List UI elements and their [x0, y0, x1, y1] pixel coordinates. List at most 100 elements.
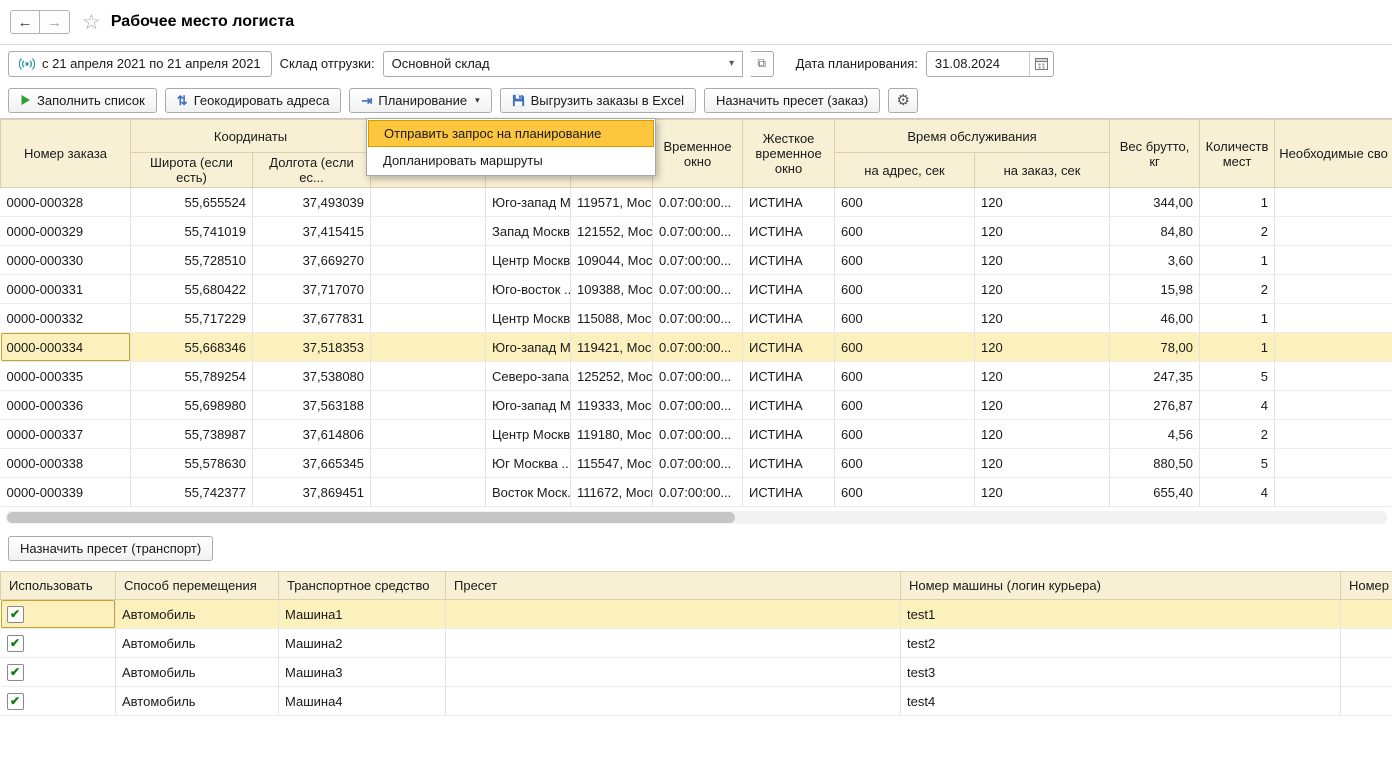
order-cell-places[interactable]: 2	[1200, 217, 1275, 246]
order-cell-lat[interactable]: 55,655524	[131, 188, 253, 217]
order-cell-svc_addr[interactable]: 600	[835, 275, 975, 304]
order-cell-places[interactable]: 1	[1200, 188, 1275, 217]
order-cell-places[interactable]: 5	[1200, 449, 1275, 478]
order-cell-props[interactable]	[1275, 304, 1392, 333]
col-header-weight[interactable]: Вес брутто, кг	[1110, 120, 1200, 188]
order-cell-hard[interactable]: ИСТИНА	[743, 217, 835, 246]
period-selector[interactable]: с 21 апреля 2021 по 21 апреля 2021	[8, 51, 272, 77]
favorite-star-icon[interactable]: ☆	[82, 12, 101, 33]
order-cell-order[interactable]: 0000-000330	[1, 246, 131, 275]
order-cell-window[interactable]: 0.07:00:00...	[653, 449, 743, 478]
order-row[interactable]: 0000-00032955,74101937,415415Запад Москв…	[1, 217, 1392, 246]
transport-cell-method[interactable]: Автомобиль	[116, 629, 279, 658]
transport-row[interactable]: ✔АвтомобильМашина4test4	[1, 687, 1392, 716]
transport-cell-preset[interactable]	[446, 629, 901, 658]
order-cell-order[interactable]: 0000-000331	[1, 275, 131, 304]
order-cell-weight[interactable]: 344,00	[1110, 188, 1200, 217]
order-cell-col4[interactable]	[371, 478, 486, 507]
col-header-places[interactable]: Количеств мест	[1200, 120, 1275, 188]
transport-cell-method[interactable]: Автомобиль	[116, 600, 279, 629]
col-header-svc-order[interactable]: на заказ, сек	[975, 153, 1110, 188]
order-cell-address[interactable]: 121552, Москв...	[571, 217, 653, 246]
order-cell-col4[interactable]	[371, 333, 486, 362]
order-cell-lon[interactable]: 37,538080	[253, 362, 371, 391]
order-cell-lon[interactable]: 37,563188	[253, 391, 371, 420]
order-cell-svc_order[interactable]: 120	[975, 362, 1110, 391]
order-cell-address[interactable]: 119571, Москв...	[571, 188, 653, 217]
order-cell-weight[interactable]: 655,40	[1110, 478, 1200, 507]
transport-cell-vehicle[interactable]: Машина4	[279, 687, 446, 716]
use-checkbox[interactable]: ✔	[7, 693, 24, 710]
order-cell-svc_order[interactable]: 120	[975, 391, 1110, 420]
order-cell-window[interactable]: 0.07:00:00...	[653, 362, 743, 391]
order-cell-svc_addr[interactable]: 600	[835, 188, 975, 217]
planning-button[interactable]: ⇥ Планирование ▾	[349, 88, 491, 113]
order-cell-places[interactable]: 5	[1200, 362, 1275, 391]
order-cell-props[interactable]	[1275, 478, 1392, 507]
order-cell-lat[interactable]: 55,738987	[131, 420, 253, 449]
order-cell-region[interactable]: Юго-запад М...	[486, 333, 571, 362]
transport-cell-vehicle[interactable]: Машина2	[279, 629, 446, 658]
order-cell-order[interactable]: 0000-000329	[1, 217, 131, 246]
order-cell-col4[interactable]	[371, 362, 486, 391]
transport-cell-extra[interactable]	[1341, 600, 1392, 629]
order-cell-weight[interactable]: 78,00	[1110, 333, 1200, 362]
transport-cell-login[interactable]: test1	[901, 600, 1341, 629]
order-cell-order[interactable]: 0000-000332	[1, 304, 131, 333]
order-cell-order[interactable]: 0000-000335	[1, 362, 131, 391]
order-cell-col4[interactable]	[371, 188, 486, 217]
transport-cell-use[interactable]: ✔	[1, 600, 116, 629]
order-cell-props[interactable]	[1275, 275, 1392, 304]
col-header-order-no[interactable]: Номер заказа	[1, 120, 131, 188]
order-cell-places[interactable]: 1	[1200, 333, 1275, 362]
order-cell-hard[interactable]: ИСТИНА	[743, 275, 835, 304]
order-cell-window[interactable]: 0.07:00:00...	[653, 420, 743, 449]
order-cell-lon[interactable]: 37,614806	[253, 420, 371, 449]
order-cell-props[interactable]	[1275, 391, 1392, 420]
order-row[interactable]: 0000-00033555,78925437,538080Северо-запа…	[1, 362, 1392, 391]
order-cell-col4[interactable]	[371, 246, 486, 275]
order-cell-props[interactable]	[1275, 449, 1392, 478]
order-cell-hard[interactable]: ИСТИНА	[743, 449, 835, 478]
order-cell-col4[interactable]	[371, 275, 486, 304]
col-header-time-window[interactable]: Временное окно	[653, 120, 743, 188]
warehouse-combo[interactable]: Основной склад ▾	[383, 51, 743, 77]
order-cell-places[interactable]: 1	[1200, 304, 1275, 333]
order-cell-lon[interactable]: 37,415415	[253, 217, 371, 246]
order-cell-lon[interactable]: 37,493039	[253, 188, 371, 217]
menu-item-send-planning-request[interactable]: Отправить запрос на планирование	[368, 120, 654, 147]
order-cell-region[interactable]: Центр Москв...	[486, 304, 571, 333]
order-cell-props[interactable]	[1275, 420, 1392, 449]
order-cell-svc_addr[interactable]: 600	[835, 449, 975, 478]
transport-row[interactable]: ✔АвтомобильМашина3test3	[1, 658, 1392, 687]
order-cell-window[interactable]: 0.07:00:00...	[653, 275, 743, 304]
order-cell-region[interactable]: Юго-запад М...	[486, 188, 571, 217]
transport-cell-vehicle[interactable]: Машина1	[279, 600, 446, 629]
order-cell-weight[interactable]: 4,56	[1110, 420, 1200, 449]
transport-cell-preset[interactable]	[446, 600, 901, 629]
col-header-hard-window[interactable]: Жесткое временное окно	[743, 120, 835, 188]
order-cell-svc_order[interactable]: 120	[975, 275, 1110, 304]
order-cell-col4[interactable]	[371, 217, 486, 246]
scrollbar-thumb[interactable]	[7, 512, 735, 523]
order-cell-hard[interactable]: ИСТИНА	[743, 246, 835, 275]
order-cell-weight[interactable]: 247,35	[1110, 362, 1200, 391]
order-cell-window[interactable]: 0.07:00:00...	[653, 217, 743, 246]
order-cell-places[interactable]: 4	[1200, 478, 1275, 507]
order-row[interactable]: 0000-00033155,68042237,717070Юго-восток …	[1, 275, 1392, 304]
order-cell-svc_order[interactable]: 120	[975, 188, 1110, 217]
order-cell-svc_addr[interactable]: 600	[835, 362, 975, 391]
order-cell-hard[interactable]: ИСТИНА	[743, 362, 835, 391]
order-cell-svc_order[interactable]: 120	[975, 333, 1110, 362]
order-cell-weight[interactable]: 276,87	[1110, 391, 1200, 420]
order-cell-svc_order[interactable]: 120	[975, 246, 1110, 275]
order-cell-window[interactable]: 0.07:00:00...	[653, 391, 743, 420]
order-cell-svc_order[interactable]: 120	[975, 217, 1110, 246]
order-row[interactable]: 0000-00033255,71722937,677831Центр Москв…	[1, 304, 1392, 333]
transport-cell-extra[interactable]	[1341, 629, 1392, 658]
transport-cell-preset[interactable]	[446, 658, 901, 687]
order-cell-lon[interactable]: 37,669270	[253, 246, 371, 275]
order-cell-region[interactable]: Северо-запа...	[486, 362, 571, 391]
order-cell-order[interactable]: 0000-000339	[1, 478, 131, 507]
order-cell-col4[interactable]	[371, 449, 486, 478]
